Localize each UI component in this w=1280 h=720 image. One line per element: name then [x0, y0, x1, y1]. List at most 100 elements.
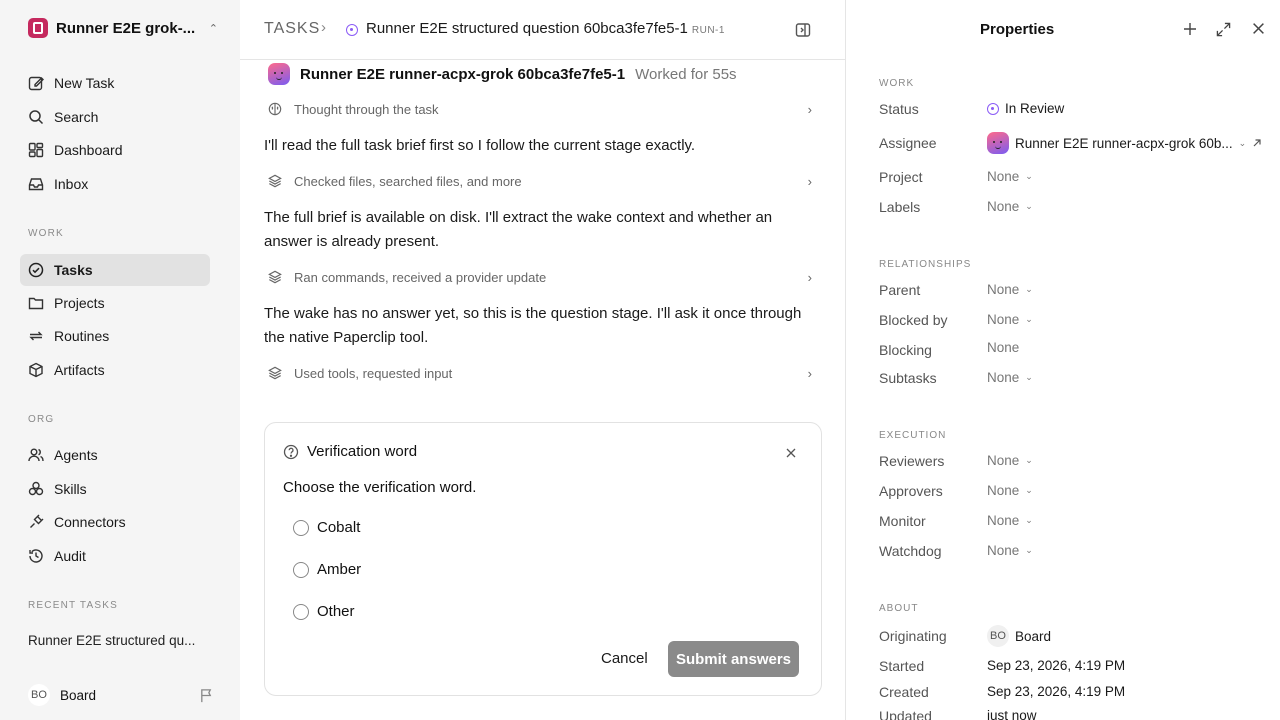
project-select[interactable]: None ⌄ — [987, 169, 1033, 184]
step-files[interactable]: Checked files, searched files, and more … — [264, 169, 812, 193]
status-label: Status — [879, 101, 919, 117]
chevron-down-icon: ⌄ — [1025, 284, 1033, 294]
sidebar-item-artifacts[interactable]: Artifacts — [20, 354, 210, 386]
agent-header: Runner E2E runner-acpx-grok 60bca3fe7fe5… — [268, 63, 737, 85]
monitor-label: Monitor — [879, 513, 926, 529]
updated-label: Updated — [879, 708, 932, 720]
chevron-down-icon: ⌄ — [1025, 455, 1033, 465]
radio-button[interactable] — [293, 561, 309, 578]
layers-icon — [268, 174, 282, 188]
parent-select[interactable]: None ⌄ — [987, 282, 1033, 297]
recent-task-link[interactable]: Runner E2E structured qu... — [28, 633, 195, 648]
sidebar-item-routines[interactable]: Routines — [20, 320, 210, 352]
close-icon[interactable] — [1252, 22, 1265, 35]
parent-label: Parent — [879, 282, 921, 298]
option-other[interactable]: Other — [293, 603, 355, 620]
updated-value: just now — [987, 708, 1037, 720]
sidebar-item-label: Audit — [54, 548, 86, 564]
sidebar: Runner E2E grok-... ⌃ New Task Search Da… — [0, 0, 240, 720]
sidebar-item-label: Projects — [54, 295, 105, 311]
pencil-square-icon — [28, 76, 44, 91]
chevron-up-down-icon: ⌃ — [208, 22, 218, 35]
sidebar-item-label: Connectors — [54, 514, 126, 530]
watchdog-select[interactable]: None ⌄ — [987, 543, 1033, 558]
status-icon — [987, 102, 999, 115]
workspace-switcher[interactable]: Runner E2E grok-... ⌃ — [28, 18, 218, 38]
plug-icon — [30, 514, 44, 528]
layers-icon — [268, 366, 282, 380]
sidebar-item-dashboard[interactable]: Dashboard — [20, 134, 210, 166]
question-title: Verification word — [307, 443, 418, 460]
message-text: I'll read the full task brief first so I… — [264, 137, 696, 154]
option-cobalt[interactable]: Cobalt — [293, 519, 360, 536]
breadcrumb-tasks[interactable]: TASKS — [264, 20, 320, 38]
sidebar-item-agents[interactable]: Agents — [20, 439, 210, 471]
status-icon — [346, 23, 358, 41]
approvers-label: Approvers — [879, 483, 943, 499]
panel-toggle-icon[interactable] — [795, 22, 811, 38]
created-value: Sep 23, 2026, 4:19 PM — [987, 684, 1126, 699]
section-label-work: WORK — [28, 228, 64, 239]
submit-answers-button[interactable]: Submit answers — [668, 641, 799, 677]
status-select[interactable]: In Review — [987, 101, 1064, 116]
sidebar-item-label: Dashboard — [54, 142, 123, 158]
help-circle-icon — [283, 444, 299, 459]
breadcrumb: TASKS › Runner E2E structured question 6… — [240, 0, 846, 60]
radio-button[interactable] — [293, 603, 309, 620]
sidebar-item-connectors[interactable]: Connectors — [20, 506, 210, 538]
section-label-execution: EXECUTION — [879, 430, 947, 441]
sidebar-item-new-task[interactable]: New Task — [20, 67, 210, 99]
blocked-by-select[interactable]: None ⌄ — [987, 312, 1033, 327]
subtasks-select[interactable]: None ⌄ — [987, 370, 1033, 385]
assignee-select[interactable]: Runner E2E runner-acpx-grok 60b... ⌄ — [987, 132, 1262, 154]
originating-value: BO Board — [987, 625, 1051, 647]
avatar: BO — [987, 625, 1009, 647]
sidebar-item-search[interactable]: Search — [20, 101, 210, 133]
started-value: Sep 23, 2026, 4:19 PM — [987, 658, 1126, 673]
step-thought[interactable]: Thought through the task › — [264, 97, 812, 121]
reviewers-select[interactable]: None ⌄ — [987, 453, 1033, 468]
task-main: TASKS › Runner E2E structured question 6… — [240, 0, 846, 720]
sidebar-item-skills[interactable]: Skills — [20, 473, 210, 505]
close-icon[interactable] — [785, 447, 797, 459]
external-link-icon[interactable] — [1252, 138, 1262, 148]
plus-icon[interactable] — [1183, 22, 1197, 36]
flag-icon[interactable] — [199, 688, 214, 703]
workspace-name: Runner E2E grok-... — [56, 19, 196, 37]
sidebar-item-label: Routines — [54, 328, 110, 344]
step-label: Thought through the task — [294, 101, 439, 117]
subtasks-label: Subtasks — [879, 370, 937, 386]
sidebar-item-projects[interactable]: Projects — [20, 287, 210, 319]
sidebar-item-inbox[interactable]: Inbox — [20, 168, 210, 200]
blocked-by-label: Blocked by — [879, 312, 948, 328]
chevron-down-icon: ⌄ — [1025, 545, 1033, 555]
cancel-button[interactable]: Cancel — [601, 650, 648, 667]
brain-icon — [268, 102, 282, 116]
expand-icon[interactable] — [1216, 22, 1231, 37]
step-tools[interactable]: Used tools, requested input › — [264, 361, 812, 385]
inbox-icon — [28, 178, 44, 191]
step-commands[interactable]: Ran commands, received a provider update… — [264, 265, 812, 289]
chevron-right-icon: › — [321, 19, 326, 36]
sidebar-item-label: New Task — [54, 75, 115, 91]
sidebar-item-audit[interactable]: Audit — [20, 540, 210, 572]
sidebar-item-label: Skills — [54, 481, 87, 497]
sidebar-item-label: Search — [54, 109, 99, 125]
question-prompt: Choose the verification word. — [283, 479, 477, 496]
labels-select[interactable]: None ⌄ — [987, 199, 1033, 214]
sidebar-item-label: Agents — [54, 447, 98, 463]
avatar — [268, 63, 290, 85]
folder-icon — [28, 297, 44, 310]
chevron-right-icon: › — [807, 173, 812, 189]
approvers-select[interactable]: None ⌄ — [987, 483, 1033, 498]
history-icon — [29, 549, 43, 563]
user-menu[interactable]: BO Board — [28, 684, 214, 706]
check-circle-icon — [28, 262, 44, 278]
dashboard-icon — [28, 142, 44, 158]
radio-button[interactable] — [293, 519, 309, 536]
question-header: Verification word — [283, 443, 417, 460]
option-amber[interactable]: Amber — [293, 561, 361, 578]
sidebar-item-tasks[interactable]: Tasks — [20, 254, 210, 286]
monitor-select[interactable]: None ⌄ — [987, 513, 1033, 528]
chevron-down-icon: ⌄ — [1025, 171, 1033, 181]
